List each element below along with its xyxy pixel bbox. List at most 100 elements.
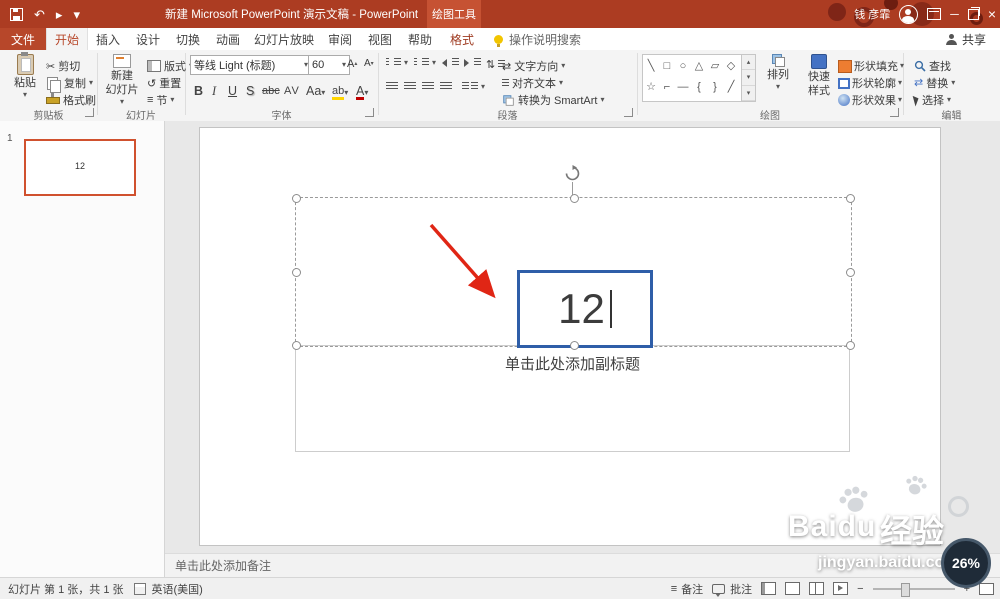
slide-thumbnail[interactable]: 12 [24,139,136,196]
font-dialog-launcher[interactable] [365,108,374,117]
resize-handle-sw[interactable] [292,341,301,350]
resize-handle-ne[interactable] [846,194,855,203]
align-left-button[interactable] [386,82,398,91]
layout-button[interactable]: 版式 ▾ [147,58,193,74]
customize-qat-icon[interactable]: ▾ [73,8,80,21]
resize-handle-s[interactable] [570,341,579,350]
font-size-combobox[interactable]: 60 ▾ [308,55,350,75]
tab-animations[interactable]: 动画 [208,28,248,50]
notes-toggle[interactable]: ≡ 备注 [671,581,703,597]
italic-button[interactable]: I [212,80,216,97]
decrease-indent-button[interactable] [442,58,459,67]
user-name[interactable]: 钱 彦霏 [854,6,890,22]
undo-icon[interactable]: ↶ [34,8,45,21]
tab-design[interactable]: 设计 [128,28,168,50]
comments-toggle[interactable]: 批注 [712,581,752,597]
resize-handle-n[interactable] [570,194,579,203]
language-status[interactable]: 英语(美国) [152,581,203,597]
avatar[interactable] [899,4,919,24]
shape-parallelogram[interactable]: ▱ [711,59,719,72]
minimize-button[interactable]: ─ [950,8,959,20]
find-button[interactable]: 查找 [914,58,951,74]
change-case-button[interactable]: Aa ▾ [306,80,325,97]
resize-handle-e[interactable] [846,268,855,277]
zoom-slider[interactable] [872,582,955,597]
shape-triangle[interactable]: △ [695,59,703,72]
gallery-scroll-down-icon[interactable]: ▾ [742,70,755,86]
section-button[interactable]: ≡ 节 ▾ [147,92,174,108]
justify-button[interactable] [440,82,452,91]
slideshow-view-button[interactable] [833,582,849,595]
tab-home[interactable]: 开始 [46,28,88,50]
strikethrough-button[interactable]: abc [262,80,280,97]
increase-indent-button[interactable] [464,58,481,67]
bullets-button[interactable]: ▾ [386,58,408,67]
underline-button[interactable]: U [228,80,237,97]
tab-insert[interactable]: 插入 [88,28,128,50]
font-color-button[interactable]: A ▾ [356,80,368,100]
notes-pane[interactable]: 单击此处添加备注 [165,553,1000,577]
shape-diagonal[interactable]: ╱ [728,80,735,93]
paragraph-dialog-launcher[interactable] [624,108,633,117]
resize-handle-nw[interactable] [292,194,301,203]
align-right-button[interactable] [422,82,434,91]
bold-button[interactable]: B [194,80,203,97]
title-textbox-selected[interactable]: 12 [517,270,653,348]
fit-to-window-icon[interactable] [979,582,994,595]
text-direction-button[interactable]: ⇄ 文字方向 ▾ [502,58,565,74]
shape-diamond[interactable]: ◇ [727,59,735,72]
subtitle-placeholder[interactable]: 单击此处添加副标题 [295,345,850,452]
slide-sorter-view-button[interactable] [785,582,801,595]
shape-line[interactable]: ╲ [648,59,655,72]
columns-button[interactable]: ▾ [462,82,485,91]
shape-ellipse[interactable]: ○ [680,60,687,72]
close-button[interactable]: × [988,7,996,21]
cut-button[interactable]: ✂ 剪切 [46,58,80,74]
drawing-dialog-launcher[interactable] [890,108,899,117]
shape-brace-left[interactable]: { [697,81,701,93]
tab-file[interactable]: 文件 [0,28,46,50]
resize-handle-w[interactable] [292,268,301,277]
share-button[interactable]: 共享 [945,28,1000,50]
resize-handle-se[interactable] [846,341,855,350]
gallery-more-icon[interactable]: ▾ [742,86,755,101]
reset-button[interactable]: ↺ 重置 [147,75,181,91]
start-slideshow-icon[interactable]: ▸ [56,8,63,21]
reading-view-button[interactable] [809,582,825,595]
align-text-button[interactable]: 对齐文本 ▾ [502,75,563,91]
new-slide-button[interactable]: 新建 幻灯片 ▾ [101,54,143,106]
zoom-slider-thumb[interactable] [900,582,910,597]
shape-corner[interactable]: ⌐ [664,81,670,93]
select-button[interactable]: 选择 ▾ [912,92,951,108]
paste-button[interactable]: 粘贴 ▾ [8,52,42,99]
zoom-out-button[interactable]: − [857,583,863,595]
shape-fill-button[interactable]: 形状填充 ▾ [838,58,904,74]
shape-dash[interactable]: — [678,81,689,93]
shape-star[interactable]: ☆ [646,80,656,93]
gallery-scroll-up-icon[interactable]: ▴ [742,55,755,71]
clipboard-dialog-launcher[interactable] [85,108,94,117]
normal-view-button[interactable] [761,582,777,595]
save-icon[interactable] [10,7,23,21]
tab-format[interactable]: 格式 [440,28,484,50]
grow-font-button[interactable]: A ▴ [347,58,357,70]
shape-rectangle[interactable]: □ [664,60,671,72]
character-spacing-button[interactable]: AV [284,80,300,97]
tab-review[interactable]: 审阅 [320,28,360,50]
ribbon-display-options-icon[interactable] [927,8,942,20]
tab-view[interactable]: 视图 [360,28,400,50]
zoom-in-button[interactable]: + [964,583,970,595]
shape-effects-button[interactable]: 形状效果 ▾ [838,92,902,108]
arrange-button[interactable]: 排列 ▾ [760,54,796,91]
tab-help[interactable]: 帮助 [400,28,440,50]
slide[interactable]: 12 单击此处添加副标题 [200,128,940,545]
copy-button[interactable]: 复制 ▾ [46,75,93,93]
numbering-button[interactable]: ▾ [414,58,436,67]
shrink-font-button[interactable]: A ▾ [364,58,374,69]
align-center-button[interactable] [404,82,416,91]
rotation-handle-icon[interactable] [564,165,581,182]
format-painter-button[interactable]: 格式刷 [46,91,96,108]
tab-transitions[interactable]: 切换 [168,28,208,50]
quick-styles-button[interactable]: 快速 样式 [800,54,838,97]
replace-button[interactable]: ⇄ 替换 ▾ [914,75,955,91]
